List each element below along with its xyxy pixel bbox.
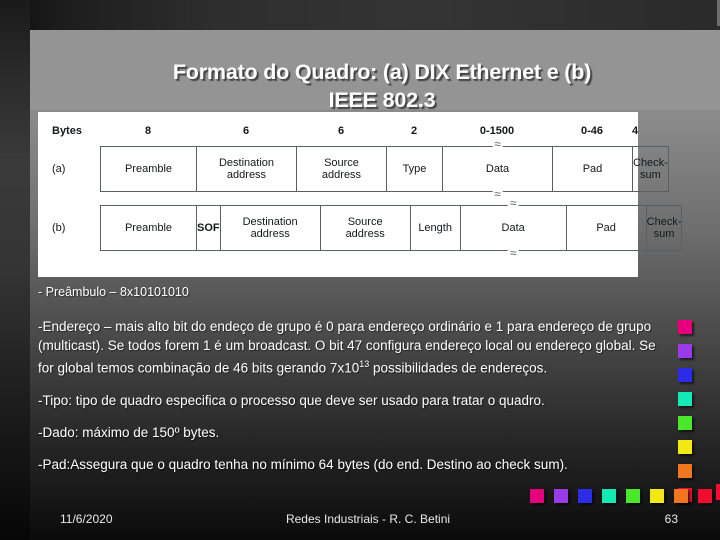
frame-b-field-destination: Destination address <box>221 206 321 250</box>
frame-b-field-preamble: Preamble <box>101 206 197 250</box>
figure-row-b: (b) Preamble S O F Destination address S… <box>48 197 683 259</box>
frame-b-field-checksum: Check- sum <box>646 215 682 241</box>
color-chip-horizontal-4 <box>602 489 616 503</box>
byte-count-pad: 0-46 <box>580 125 604 137</box>
color-chip-vertical-7 <box>678 464 692 478</box>
figure-row-a: (a) Preamble Destination address Source … <box>48 138 669 200</box>
body-text: - Preâmbulo – 8x10101010 -Endereço – mai… <box>38 283 663 487</box>
bullet-endereco-main: -Endereço – mais alto bit do endeço de g… <box>38 319 656 376</box>
figure-row-b-label: (b) <box>52 222 66 234</box>
byte-count-type: 2 <box>410 125 418 137</box>
squiggle-top-b: ≈ <box>507 196 519 210</box>
bullet-endereco-exponent: 13 <box>359 359 370 369</box>
figure-bytes-label: Bytes <box>52 125 82 137</box>
top-dark-band <box>0 0 720 30</box>
byte-count-source: 6 <box>337 125 345 137</box>
color-chip-vertical-5 <box>678 416 692 430</box>
bullet-pad: -Pad:Assegura que o quadro tenha no míni… <box>38 456 568 472</box>
frame-b-field-source: Source address <box>321 206 411 250</box>
color-chip-vertical-6 <box>678 440 692 454</box>
slide-footer: 11/6/2020 Redes Industriais - R. C. Beti… <box>38 512 698 532</box>
byte-count-data: 0-1500 <box>479 125 515 137</box>
frame-b-cells: Preamble S O F Destination address Sourc… <box>100 197 683 259</box>
bullet-endereco-tail: possibilidades de endereços. <box>369 360 548 376</box>
frame-format-figure: Bytes 8 6 6 2 0-1500 0-46 4 (a) Preamble… <box>38 112 683 277</box>
figure-row-a-label: (a) <box>52 163 66 175</box>
color-chip-vertical-4 <box>678 392 692 406</box>
sof-letter-o: O <box>204 221 213 234</box>
bullet-endereco: -Endereço – mais alto bit do endeço de g… <box>38 317 663 378</box>
sof-letter-s: S <box>197 221 205 234</box>
frame-b-field-sof: S O F <box>197 206 221 250</box>
frame-a-field-data-label: Data <box>485 162 510 175</box>
frame-b-field-pad: Pad <box>567 206 647 250</box>
color-chip-horizontal-1 <box>530 489 544 503</box>
color-chip-horizontal-3 <box>578 489 592 503</box>
color-chip-horizontal-8 <box>698 489 712 503</box>
bullet-tipo: -Tipo: tipo de quadro especifica o proce… <box>38 392 545 408</box>
slide: Formato do Quadro: (a) DIX Ethernet e (b… <box>0 0 720 540</box>
color-chip-horizontal-5 <box>626 489 640 503</box>
frame-b-field-length: Length <box>411 206 461 250</box>
frame-b-field-data: ≈ Data ≈ <box>461 197 567 259</box>
page-title: Formato do Quadro: (a) DIX Ethernet e (b… <box>172 60 592 112</box>
color-chip-horizontal-2 <box>554 489 568 503</box>
footer-course-name: Redes Industriais - R. C. Betini <box>285 512 451 526</box>
byte-count-checksum: 4 <box>632 125 639 137</box>
squiggle-bottom-b: ≈ <box>507 246 519 260</box>
frame-a-field-data: ≈ Data ≈ <box>443 138 553 200</box>
frame-a-field-pad: Pad <box>553 147 633 191</box>
byte-count-destination: 6 <box>242 125 250 137</box>
frame-a-field-preamble: Preamble <box>101 147 197 191</box>
frame-a-cells: Preamble Destination address Source addr… <box>100 138 669 200</box>
color-chip-vertical-3 <box>678 368 692 382</box>
footer-page-number: 63 <box>664 512 678 526</box>
figure-row-gap <box>48 194 628 203</box>
title-plate: Formato do Quadro: (a) DIX Ethernet e (b… <box>30 30 720 112</box>
figure-byte-counts: 8 6 6 2 0-1500 0-46 4 <box>100 118 638 144</box>
frame-b-field-data-label: Data <box>501 221 525 234</box>
color-chip-horizontal-6 <box>650 489 664 503</box>
bullet-preambulo: - Preâmbulo – 8x10101010 <box>38 285 189 299</box>
left-dark-gutter <box>0 0 30 540</box>
byte-count-preamble: 8 <box>144 125 152 137</box>
bullet-dado: -Dado: máximo de 150º bytes. <box>38 424 220 440</box>
color-chip-vertical-1 <box>678 320 692 334</box>
color-chip-vertical-2 <box>678 344 692 358</box>
sof-letter-f: F <box>212 221 220 234</box>
squiggle-bottom-a: ≈ <box>492 187 503 201</box>
frame-a-field-destination: Destination address <box>197 147 297 191</box>
frame-a-field-checksum: Check- sum <box>633 156 668 182</box>
frame-a-field-type: Type <box>387 147 443 191</box>
bottom-right-edge-sliver <box>716 484 720 500</box>
squiggle-top-a: ≈ <box>492 137 503 151</box>
frame-a-field-source: Source address <box>297 147 387 191</box>
figure-bytes-header-row: Bytes 8 6 6 2 0-1500 0-46 4 <box>48 118 638 144</box>
color-chip-horizontal-7 <box>674 489 688 503</box>
